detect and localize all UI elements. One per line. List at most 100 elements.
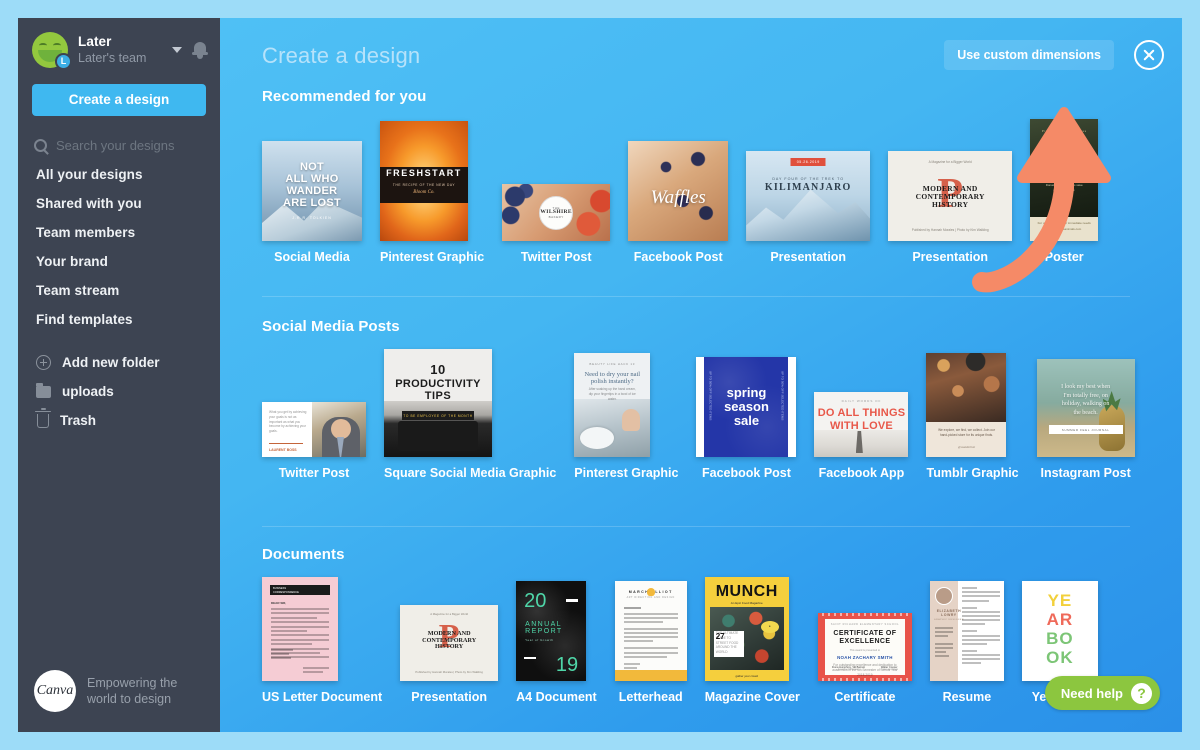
use-custom-dimensions-button[interactable]: Use custom dimensions — [944, 40, 1114, 70]
art-strip: TO BE EMPLOYEE OF THE MONTH — [402, 411, 474, 420]
template-card-tumblr-graphic[interactable]: We explore, we find, we collect. Join ou… — [926, 353, 1019, 480]
art-line-3: holiday, walking on — [1061, 401, 1110, 408]
art-body: After soaking up the hand cream, dip you… — [588, 387, 636, 401]
art-line-2: polish instantly? — [590, 378, 634, 385]
template-card-facebook-post[interactable]: spring season sale UP TO 50% OFF SELECTE… — [696, 357, 797, 480]
art-sub: ART DIRECTION AND DESIGN — [626, 596, 675, 599]
template-card-a4-document[interactable]: 20 ANNUAL REPORT Year of Growth 19 A4 Do… — [516, 581, 597, 704]
section-social-media-posts: Social Media Posts What you get by achie… — [262, 318, 1182, 480]
avatar-eye-right — [53, 43, 61, 48]
section-title: Documents — [262, 546, 345, 563]
template-label: Presentation — [770, 250, 847, 264]
art-line-2: season — [724, 398, 769, 414]
template-card-certificate[interactable]: SAINT RICHARD ELEMENTARY SCHOOL CERTIFIC… — [817, 613, 912, 704]
art-title: MUNCH — [715, 583, 778, 600]
sidebar-item-all-your-designs[interactable]: All your designs — [18, 160, 220, 189]
art-name: NOAH ZACHARY SMITH — [837, 655, 893, 661]
question-mark-icon: ? — [1131, 682, 1152, 704]
template-card-presentation[interactable]: A Magazine for a Bigger World P MODERN A… — [400, 605, 499, 704]
thumbnail: 05.26.2019 DAY FOUR OF THE TREK TO KILIM… — [746, 151, 871, 241]
chevron-down-icon[interactable] — [172, 47, 182, 53]
template-card-square-social-media-graphic[interactable]: 10 PRODUCTIVITY TIPS TO BE EMPLOYEE OF T… — [384, 349, 556, 480]
sidebar-item-label: Trash — [60, 413, 97, 428]
section-documents: Documents BUSINESS CORRESPONDENCE DEAR S… — [262, 546, 1182, 704]
art-button: SUMMER FEEL JOURNAL — [1048, 425, 1123, 434]
template-label: Certificate — [834, 690, 896, 704]
avatar-badge: L — [55, 53, 72, 70]
sidebar-folders: Add new folder uploads Trash — [18, 348, 220, 435]
template-card-magazine-cover[interactable]: MUNCH An Epic Food Magazine ★ 27 THE ULT… — [704, 577, 800, 704]
art-kicker: BEAUTY LIFE HACK 13 — [589, 362, 636, 366]
avatar: L — [32, 32, 72, 70]
art-kicker: DAY FOUR OF THE TREK TO — [772, 177, 845, 181]
sidebar-item-add-new-folder[interactable]: Add new folder — [18, 348, 220, 377]
template-row: What you get by achieving your goals is … — [262, 349, 1182, 480]
template-card-instagram-post[interactable]: I look my best when I'm totally free, on… — [1036, 359, 1135, 480]
template-label: Magazine Cover — [704, 690, 800, 704]
section-recommended: Recommended for you NOT ALL WHO WANDER A… — [262, 88, 1182, 264]
need-help-button[interactable]: Need help ? — [1044, 676, 1160, 710]
art-line-4: ARE LOST — [282, 196, 341, 209]
account-name: Later — [78, 34, 112, 49]
sidebar-item-find-templates[interactable]: Find templates — [18, 305, 220, 334]
art-head-2: CORRESPONDENCE — [273, 590, 299, 594]
sidebar-item-uploads[interactable]: uploads — [18, 377, 220, 406]
canva-brand-footer: Canva Empowering the world to design — [34, 670, 177, 712]
template-card-social-media[interactable]: NOT ALL WHO WANDER ARE LOST J.R.R. TOLKI… — [262, 141, 362, 264]
art-mid-2: REPORT — [525, 628, 563, 635]
art-line-2: I'm totally free, on — [1063, 392, 1108, 399]
art-bottom: Published by Hannah Morales | Photo by K… — [911, 228, 989, 232]
create-a-design-button[interactable]: Create a design — [32, 84, 206, 116]
template-card-facebook-app[interactable]: DAILY WORDS OF DO ALL THINGS WITH LOVE F… — [814, 392, 909, 480]
template-card-us-letter-document[interactable]: BUSINESS CORRESPONDENCE DEAR SIR, US Let… — [262, 577, 382, 704]
section-divider — [262, 296, 1130, 297]
thumbnail: ELIZABETH LOWRY GRAPHIC DESIGNER — [929, 581, 1004, 681]
template-card-presentation-history[interactable]: A Magazine for a Bigger World P MODERN A… — [888, 151, 1013, 264]
thumbnail: YE AR BO OK — [1021, 581, 1098, 681]
art-line-2: EXCELLENCE — [839, 637, 891, 645]
template-card-presentation-kilimanjaro[interactable]: 05.26.2019 DAY FOUR OF THE TREK TO KILIM… — [746, 151, 871, 264]
template-card-letterhead[interactable]: MARCH ELLIOT ART DIRECTION AND DESIGN Le… — [614, 581, 687, 704]
sidebar-item-team-stream[interactable]: Team stream — [18, 276, 220, 305]
template-card-pinterest-graphic[interactable]: FRESHSTART THE RECIPE OF THE NEW DAY Blo… — [380, 121, 484, 264]
art-sub: An Epic Food Magazine — [730, 601, 763, 606]
art-sub: THE RECIPE OF THE NEW DAY — [392, 182, 456, 187]
canva-app-window: L Later Later's team Create a design Sea… — [18, 18, 1182, 732]
thumbnail: Protect your wilderness SAVE THE STRANDE… — [1030, 119, 1099, 241]
thumbnail: NOT ALL WHO WANDER ARE LOST J.R.R. TOLKI… — [262, 141, 362, 241]
sidebar: L Later Later's team Create a design Sea… — [18, 18, 220, 732]
template-card-twitter-post[interactable]: What you get by achieving your goals is … — [262, 402, 366, 480]
template-label: Poster — [1044, 250, 1084, 264]
bell-icon[interactable] — [192, 41, 208, 59]
main-panel: Create a design Use custom dimensions Re… — [220, 18, 1182, 732]
thumbnail: I look my best when I'm totally free, on… — [1036, 359, 1135, 457]
art-line-1: spring — [726, 384, 767, 400]
art-line-4: OK — [1046, 648, 1074, 667]
art-credit: J.R.R. TOLKIEN — [292, 215, 332, 220]
trash-icon — [35, 408, 51, 428]
art-line-4: the beach. — [1073, 410, 1098, 417]
art-brand: Bloom Co. — [413, 189, 435, 195]
sidebar-item-trash[interactable]: Trash — [18, 406, 220, 435]
art-line-2: AR — [1046, 610, 1074, 629]
art-name-2: LOWRY — [941, 613, 957, 617]
art-side-left: UP TO 50% OFF SELECTED ITEMS — [708, 371, 713, 421]
account-switcher[interactable]: L Later Later's team — [18, 18, 220, 74]
template-card-facebook-post[interactable]: Waffles Facebook Post — [628, 141, 729, 264]
template-card-resume[interactable]: ELIZABETH LOWRY GRAPHIC DESIGNER Resume — [929, 581, 1004, 704]
template-card-twitter-post[interactable]: THE WILSHIRE BAKERY Twitter Post — [502, 184, 611, 264]
template-card-poster[interactable]: Protect your wilderness SAVE THE STRANDE… — [1030, 119, 1099, 264]
template-card-pinterest-graphic[interactable]: BEAUTY LIFE HACK 13 Need to dry your nai… — [574, 353, 678, 480]
search-input[interactable]: Search your designs — [34, 134, 206, 156]
sidebar-item-label: uploads — [62, 384, 114, 399]
sidebar-item-shared-with-you[interactable]: Shared with you — [18, 189, 220, 218]
brand-tagline-line1: Empowering the — [87, 676, 178, 690]
close-icon[interactable] — [1134, 40, 1164, 70]
art-pres: This award is presented to — [849, 649, 881, 653]
thumbnail: BUSINESS CORRESPONDENCE DEAR SIR, — [262, 577, 338, 681]
art-date: 05.26.2019 — [790, 158, 826, 166]
sidebar-item-your-brand[interactable]: Your brand — [18, 247, 220, 276]
thumbnail: SAINT RICHARD ELEMENTARY SCHOOL CERTIFIC… — [817, 613, 912, 681]
template-label: Presentation — [411, 690, 488, 704]
sidebar-item-team-members[interactable]: Team members — [18, 218, 220, 247]
